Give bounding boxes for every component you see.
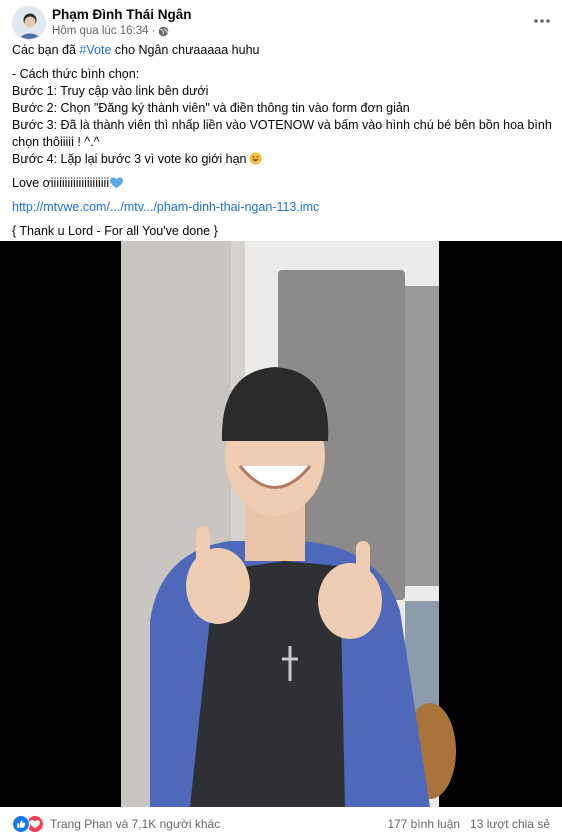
step-4-line: Bước 4: Lặp lại bước 3 vì vote ko giới h… — [12, 151, 552, 168]
more-options-button[interactable] — [530, 10, 554, 32]
reaction-names[interactable]: Trang Phan và 7,1K người khác — [50, 817, 220, 831]
closing-line: { Thank u Lord - For all You've done } — [12, 224, 218, 238]
reactions-summary[interactable]: Trang Phan và 7,1K người khác — [12, 815, 220, 833]
engagement-stats: 177 bình luận 13 lượt chia sẻ — [387, 817, 550, 831]
post-video[interactable] — [0, 241, 562, 807]
post-footer: Trang Phan và 7,1K người khác 177 bình l… — [0, 812, 562, 840]
post-meta: Hôm qua lúc 16:34 · — [52, 25, 169, 37]
vote-link[interactable]: http://mtvwe.com/.../mtv.../pham-dinh-th… — [12, 199, 552, 216]
video-frame — [0, 241, 562, 807]
author-avatar[interactable] — [12, 6, 46, 40]
intro-text-end: cho Ngân chưaaaaa huhu — [111, 43, 260, 57]
meta-separator: · — [151, 25, 156, 37]
shares-count[interactable]: 13 lượt chia sẻ — [470, 817, 550, 831]
globe-icon[interactable] — [158, 26, 169, 37]
grinning-face-emoji-icon — [248, 152, 262, 165]
post-text: Các bạn đã #Vote cho Ngân chưaaaaa huhu … — [12, 42, 552, 240]
post-header: Phạm Đình Thái Ngân Hôm qua lúc 16:34 · — [0, 0, 562, 44]
blue-heart-icon — [110, 177, 124, 189]
post-intro: Các bạn đã #Vote cho Ngân chưaaaaa huhu — [12, 42, 552, 59]
comments-count[interactable]: 177 bình luận — [387, 817, 460, 831]
more-horizontal-icon — [534, 19, 550, 23]
step-3: Bước 3: Đã là thành viên thì nhấp liền v… — [12, 118, 552, 149]
intro-text: Các bạn đã — [12, 43, 80, 57]
hashtag-link[interactable]: #Vote — [79, 43, 111, 57]
step-2: Bước 2: Chọn "Đăng ký thành viên" và điề… — [12, 101, 410, 115]
post-timestamp[interactable]: Hôm qua lúc 16:34 — [52, 25, 149, 37]
like-reaction-icon — [12, 815, 30, 833]
author-name[interactable]: Phạm Đình Thái Ngân — [52, 7, 192, 22]
avatar-image — [13, 7, 45, 39]
step-1: Bước 1: Truy cập vào link bên dưới — [12, 84, 209, 98]
step-4: Bước 4: Lặp lại bước 3 vì vote ko giới h… — [12, 152, 247, 166]
how-title: - Cách thức bình chọn: — [12, 67, 140, 81]
love-line: Love ơiiiiiiiiiiiiiiiiiiiii — [12, 175, 552, 192]
love-text: Love ơiiiiiiiiiiiiiiiiiiiii — [12, 176, 110, 190]
